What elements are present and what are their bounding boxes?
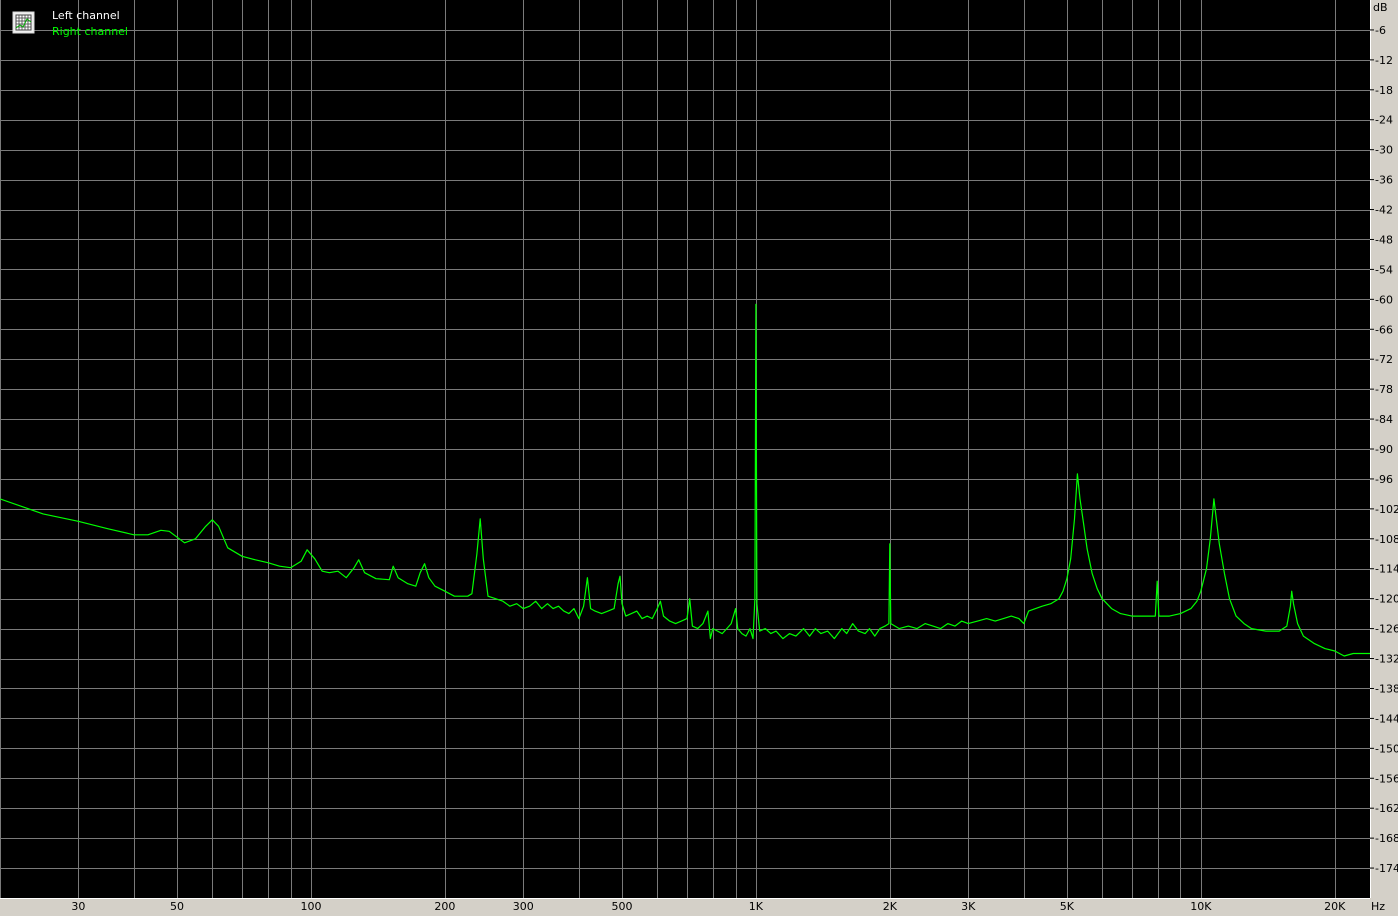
y-tick-label: -174 (1375, 862, 1398, 875)
y-tick-label: -54 (1375, 263, 1393, 276)
x-unit-label: Hz (1371, 900, 1385, 913)
y-tick-label: -168 (1375, 832, 1398, 845)
legend-entry-left-channel[interactable]: Left channel (52, 9, 120, 22)
y-tick-label: -18 (1375, 84, 1393, 97)
y-tick-label: -36 (1375, 174, 1393, 187)
y-tick-label: -120 (1375, 593, 1398, 606)
y-tick-label: -12 (1375, 54, 1393, 67)
y-tick-label: -84 (1375, 413, 1393, 426)
x-tick-label: 500 (611, 900, 632, 913)
y-tick-label: -90 (1375, 443, 1393, 456)
y-tick-label: -132 (1375, 653, 1398, 666)
y-tick-label: -102 (1375, 503, 1398, 516)
y-tick-label: -138 (1375, 682, 1398, 695)
y-unit-label: dB (1373, 1, 1388, 14)
y-tick-label: -144 (1375, 712, 1398, 725)
y-tick-label: -126 (1375, 623, 1398, 636)
x-tick-label: 30 (71, 900, 85, 913)
y-tick-label: -162 (1375, 802, 1398, 815)
y-tick-label: -42 (1375, 204, 1393, 217)
y-tick-label: -6 (1375, 24, 1386, 37)
x-tick-label: 5K (1060, 900, 1075, 913)
spectrum-chart: -6 -12 -18 -24 -30 -36 -42 -48 -54 -60 -66 -72 -78 -8… (0, 0, 1398, 916)
y-tick-label: -30 (1375, 144, 1393, 157)
y-tick-label: -156 (1375, 772, 1398, 785)
y-tick-label: -150 (1375, 742, 1398, 755)
x-tick-label: 2K (883, 900, 898, 913)
legend-entry-right-channel[interactable]: Right channel (52, 25, 128, 38)
y-tick-label: -96 (1375, 473, 1393, 486)
y-tick-label: -114 (1375, 563, 1398, 576)
x-tick-label: 50 (170, 900, 184, 913)
x-tick-label: 20K (1324, 900, 1346, 913)
x-tick-label: 3K (961, 900, 976, 913)
x-tick-label: 200 (434, 900, 455, 913)
x-tick-label: 1K (749, 900, 764, 913)
y-tick-label: -78 (1375, 383, 1393, 396)
grid-icon[interactable] (12, 11, 35, 34)
y-tick-label: -66 (1375, 323, 1393, 336)
x-tick-label: 300 (513, 900, 534, 913)
y-tick-label: -48 (1375, 233, 1393, 246)
y-tick-label: -24 (1375, 114, 1393, 127)
y-tick-label: -108 (1375, 533, 1398, 546)
x-tick-label: 100 (300, 900, 321, 913)
y-tick-label: -60 (1375, 293, 1393, 306)
y-tick-label: -72 (1375, 353, 1393, 366)
x-tick-label: 10K (1190, 900, 1212, 913)
